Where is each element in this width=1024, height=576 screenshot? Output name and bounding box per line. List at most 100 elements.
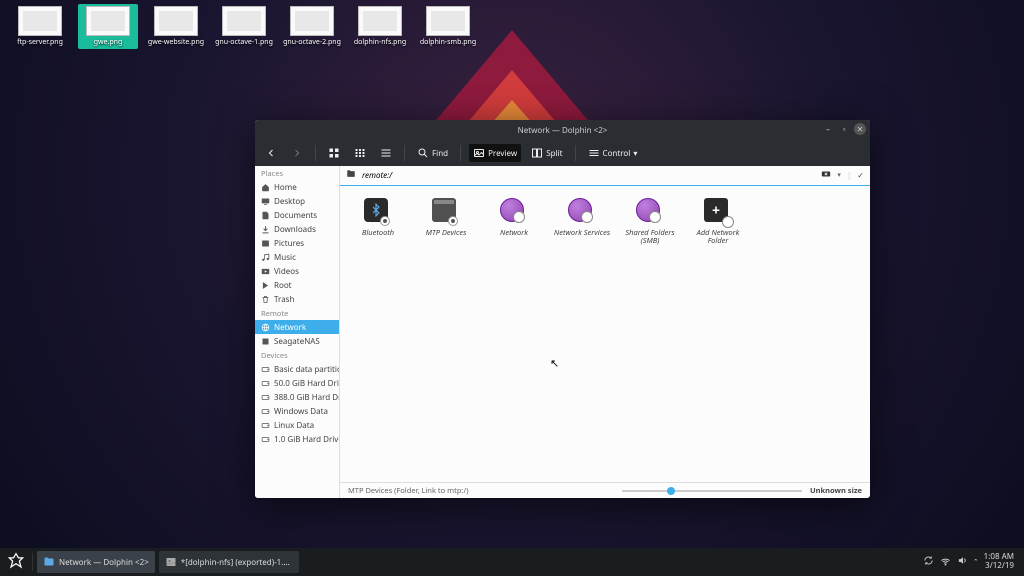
desktop-icon[interactable]: dolphin-nfs.png	[350, 4, 410, 49]
desktop-icon-label: gnu-octave-1.png	[215, 38, 273, 47]
desktop-icons: ftp-server.png gwe.pnggwe-website.png gnu-…	[10, 4, 478, 49]
preview-button[interactable]: Preview	[469, 144, 521, 162]
image-thumbnail-icon	[290, 6, 334, 36]
sidebar-item-basic-data-partition[interactable]: Basic data partition	[255, 362, 339, 376]
view-compact-button[interactable]	[350, 144, 370, 162]
status-text: MTP Devices (Folder, Link to mtp:/)	[348, 486, 468, 496]
sidebar-item-label: SeagateNAS	[274, 336, 320, 347]
desktop-icon	[261, 197, 270, 206]
sidebar-item-label: Windows Data	[274, 406, 328, 417]
drive-icon	[261, 393, 270, 402]
devices-header: Devices	[255, 348, 339, 362]
split-button[interactable]: Split	[527, 144, 566, 162]
sidebar-item-documents[interactable]: Documents	[255, 208, 339, 222]
sidebar-item-label: Root	[274, 280, 292, 291]
cursor-icon: ↖	[550, 356, 559, 371]
close-button[interactable]: ✕	[854, 123, 866, 135]
sidebar-item-root[interactable]: Root	[255, 278, 339, 292]
tray-chevron-icon[interactable]: ˆ	[974, 556, 978, 569]
trash-icon	[261, 295, 270, 304]
network-item[interactable]: Bluetooth	[348, 198, 408, 246]
image-thumbnail-icon	[18, 6, 62, 36]
tray-network-icon[interactable]	[940, 555, 951, 569]
sidebar-item-windows-data[interactable]: Windows Data	[255, 404, 339, 418]
music-icon	[261, 253, 270, 262]
network-item[interactable]: Network	[484, 198, 544, 246]
view-icons-button[interactable]	[324, 144, 344, 162]
back-button[interactable]	[261, 144, 281, 162]
network-item[interactable]: +Add Network Folder	[688, 198, 748, 246]
find-button[interactable]: Find	[413, 144, 452, 162]
sidebar-item-desktop[interactable]: Desktop	[255, 194, 339, 208]
desktop-icon-label: dolphin-nfs.png	[354, 38, 406, 47]
image-thumbnail-icon	[358, 6, 402, 36]
system-tray: ˆ 1:08 AM 3/12/19	[923, 553, 1020, 571]
sidebar-item-downloads[interactable]: Downloads	[255, 222, 339, 236]
tray-sync-icon[interactable]	[923, 555, 934, 569]
titlebar[interactable]: Network — Dolphin <2> – ▫ ✕	[255, 120, 870, 140]
status-size: Unknown size	[810, 486, 862, 496]
sidebar-item-1-0-gib-hard-drive[interactable]: 1.0 GiB Hard Drive	[255, 432, 339, 446]
sidebar-item-videos[interactable]: Videos	[255, 264, 339, 278]
sidebar-item-label: Desktop	[274, 196, 305, 207]
maximize-button[interactable]: ▫	[838, 123, 850, 135]
location-bar[interactable]: ▾ | ✓	[340, 166, 870, 186]
sidebar-item-music[interactable]: Music	[255, 250, 339, 264]
sidebar-item-50-0-gib-hard-drive[interactable]: 50.0 GiB Hard Drive	[255, 376, 339, 390]
sidebar-item-network[interactable]: Network	[255, 320, 339, 334]
network-item[interactable]: MTP Devices	[416, 198, 476, 246]
sidebar-item-label: Home	[274, 182, 297, 193]
downloads-icon	[261, 225, 270, 234]
root-icon	[261, 281, 270, 290]
image-thumbnail-icon	[426, 6, 470, 36]
clear-path-icon[interactable]	[821, 169, 831, 182]
clock[interactable]: 1:08 AM 3/12/19	[984, 553, 1014, 571]
sidebar-item-trash[interactable]: Trash	[255, 292, 339, 306]
globe-icon	[568, 198, 592, 222]
taskbar-item-label: Network — Dolphin <2>	[59, 557, 149, 568]
folder-icon	[346, 169, 356, 182]
sidebar-item-linux-data[interactable]: Linux Data	[255, 418, 339, 432]
desktop-icon[interactable]: ftp-server.png	[10, 4, 70, 49]
globe-icon	[636, 198, 660, 222]
zoom-slider[interactable]	[622, 490, 802, 492]
desktop-icon[interactable]: dolphin-smb.png	[418, 4, 478, 49]
minimize-button[interactable]: –	[822, 123, 834, 135]
status-bar: MTP Devices (Folder, Link to mtp:/) Unkn…	[340, 482, 870, 498]
taskbar-item[interactable]: Network — Dolphin <2>	[37, 551, 155, 573]
sidebar-item-seagatenas[interactable]: SeagateNAS	[255, 334, 339, 348]
taskbar-item-label: *[dolphin-nfs] (exported)-1.0 (...	[181, 557, 293, 568]
desktop-icon[interactable]: gnu-octave-2.png	[282, 4, 342, 49]
network-item[interactable]: Shared Folders (SMB)	[620, 198, 680, 246]
remote-header: Remote	[255, 306, 339, 320]
desktop-icon[interactable]: gwe-website.png	[146, 4, 206, 49]
sidebar-item-home[interactable]: Home	[255, 180, 339, 194]
network-item-label: Network Services	[554, 229, 610, 237]
accept-path-icon[interactable]: ✓	[857, 170, 864, 181]
desktop-icon-label: ftp-server.png	[17, 38, 63, 47]
view-details-button[interactable]	[376, 144, 396, 162]
sidebar-item-388-0-gib-hard-drive[interactable]: 388.0 GiB Hard Drive	[255, 390, 339, 404]
network-item[interactable]: Network Services	[552, 198, 612, 246]
network-item-label: MTP Devices	[426, 229, 467, 237]
path-dropdown-icon[interactable]: ▾	[837, 171, 841, 180]
tray-volume-icon[interactable]	[957, 555, 968, 569]
add-folder-icon: +	[704, 198, 728, 222]
desktop-icon[interactable]: gwe.png	[78, 4, 138, 49]
sidebar-item-label: Downloads	[274, 224, 316, 235]
window-title: Network — Dolphin <2>	[518, 125, 608, 136]
sidebar-item-label: 50.0 GiB Hard Drive	[274, 378, 340, 389]
drive-icon	[261, 435, 270, 444]
places-header: Places	[255, 166, 339, 180]
sidebar-item-pictures[interactable]: Pictures	[255, 236, 339, 250]
desktop-icon[interactable]: gnu-octave-1.png	[214, 4, 274, 49]
control-button[interactable]: Control ▾	[584, 144, 642, 162]
icon-view[interactable]: Bluetooth MTP Devices Network Network Servi…	[340, 186, 870, 482]
app-launcher[interactable]	[4, 550, 28, 574]
sidebar-item-label: 1.0 GiB Hard Drive	[274, 434, 340, 445]
path-input[interactable]	[362, 170, 815, 181]
forward-button[interactable]	[287, 144, 307, 162]
image-icon	[165, 556, 177, 568]
image-thumbnail-icon	[86, 6, 130, 36]
taskbar-item[interactable]: *[dolphin-nfs] (exported)-1.0 (...	[159, 551, 299, 573]
